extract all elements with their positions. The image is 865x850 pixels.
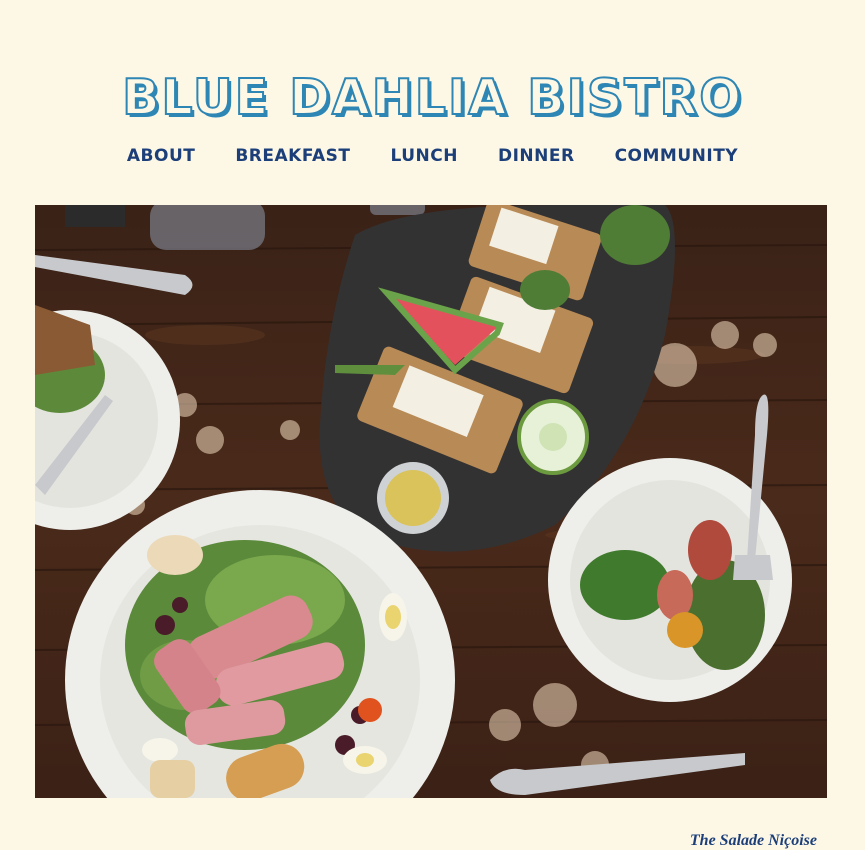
- nav-community[interactable]: COMMUNITY: [615, 146, 739, 166]
- nav-about[interactable]: ABOUT: [127, 146, 195, 166]
- hero-photo: [35, 205, 827, 798]
- food-photo-illustration: [35, 205, 827, 798]
- nav-lunch[interactable]: LUNCH: [391, 146, 458, 166]
- hero-caption: The Salade Niçoise: [689, 832, 817, 849]
- main-nav: ABOUT BREAKFAST LUNCH DINNER COMMUNITY: [0, 146, 865, 166]
- site-logo[interactable]: BLUE DAHLIA BISTRO: [0, 68, 865, 127]
- nav-dinner[interactable]: DINNER: [498, 146, 575, 166]
- nav-breakfast[interactable]: BREAKFAST: [235, 146, 350, 166]
